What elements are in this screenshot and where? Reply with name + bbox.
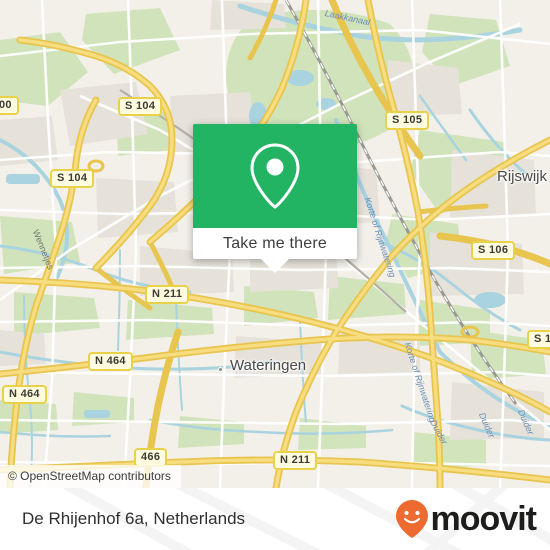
road-shield-s104-north: S 104 <box>118 97 163 116</box>
road-shield-n211-north: N 211 <box>145 285 190 304</box>
road-shield-s105: S 105 <box>385 111 430 130</box>
road-shield-s10x-edge: S 10 <box>527 330 550 349</box>
road-shield-s106: S 106 <box>471 241 516 260</box>
moovit-smiley-pin-icon <box>395 500 428 538</box>
road-shield-n464-east: N 464 <box>88 352 133 371</box>
footer-bar: De Rhijenhof 6a, Netherlands moovit <box>0 488 550 550</box>
road-shield-n211-south: N 211 <box>273 451 318 470</box>
callout-pointer-tail <box>261 259 289 273</box>
road-shield-s104-west: S 104 <box>50 169 95 188</box>
map-label-wateringen: Wateringen <box>230 357 307 374</box>
map-pin-icon <box>250 143 300 209</box>
road-shield-n464-west: N 464 <box>2 385 47 404</box>
moovit-logo[interactable]: moovit <box>395 499 537 539</box>
callout-header <box>193 124 357 228</box>
road-shield-s100: 00 <box>0 96 19 115</box>
map-label-rijswijk: Rijswijk <box>497 168 547 185</box>
location-callout[interactable]: Take me there <box>193 124 357 259</box>
map-label-wateringen-dot <box>218 367 223 372</box>
take-me-there-label: Take me there <box>223 234 327 252</box>
map-screenshot: 00 S 104 S 104 S 105 S 106 S 10 N 211 N 211 N 46… <box>0 0 550 550</box>
address-label: De Rhijenhof 6a, Netherlands <box>22 509 246 528</box>
callout-action[interactable]: Take me there <box>193 228 357 259</box>
moovit-wordmark: moovit <box>430 500 537 538</box>
map-attribution[interactable]: © OpenStreetMap contributors <box>0 465 181 488</box>
